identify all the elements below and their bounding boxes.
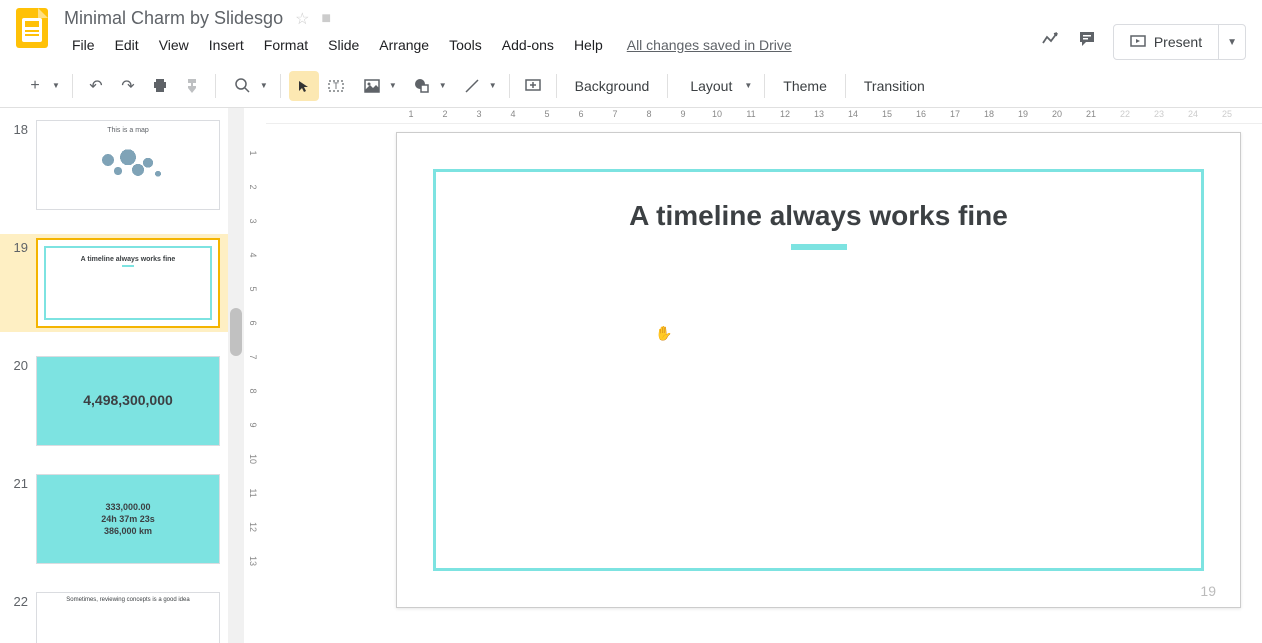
scroll-thumb[interactable] [230,308,242,356]
divider [509,74,510,98]
slide-thumb-22[interactable]: 22 Sometimes, reviewing concepts is a go… [0,588,228,643]
print-icon[interactable] [145,71,175,101]
slide-inner-border: A timeline always works fine [433,169,1204,571]
hand-cursor-icon: ✋ [655,325,672,342]
textbox-icon[interactable]: T [321,71,351,101]
app-header: Minimal Charm by Slidesgo ☆ ■ File Edit … [0,0,1262,64]
saved-status[interactable]: All changes saved in Drive [627,33,792,57]
zoom-button[interactable]: ▼ [224,71,272,101]
divider [667,74,668,98]
activity-icon[interactable] [1041,29,1061,55]
divider [764,74,765,98]
menu-tools[interactable]: Tools [441,33,490,57]
divider [280,74,281,98]
present-dropdown[interactable]: ▼ [1219,37,1245,48]
title-area: Minimal Charm by Slidesgo ☆ ■ File Edit … [64,8,1041,57]
vertical-ruler: 12345678910111213 [244,108,266,643]
canvas-area: 12345678910111213 1234567891011121314151… [244,108,1262,643]
menu-insert[interactable]: Insert [201,33,252,57]
new-slide-button[interactable]: +▼ [16,71,64,101]
svg-text:T: T [333,81,339,91]
menu-arrange[interactable]: Arrange [371,33,437,57]
menu-bar: File Edit View Insert Format Slide Arran… [64,33,1041,57]
layout-button[interactable]: Layout▼ [676,72,756,100]
theme-button[interactable]: Theme [773,72,837,100]
paint-format-icon[interactable] [177,71,207,101]
menu-help[interactable]: Help [566,33,611,57]
shape-button[interactable]: ▼ [403,71,451,101]
folder-icon[interactable]: ■ [321,10,331,28]
star-icon[interactable]: ☆ [295,9,309,29]
slide-underline [791,244,847,250]
slide-title[interactable]: A timeline always works fine [436,200,1201,232]
divider [556,74,557,98]
slide-thumb-18[interactable]: 18 This is a map [0,116,228,214]
line-button[interactable]: ▼ [453,71,501,101]
background-button[interactable]: Background [565,72,660,100]
select-tool-icon[interactable] [289,71,319,101]
doc-title[interactable]: Minimal Charm by Slidesgo [64,8,283,29]
sidebar-scrollbar[interactable] [228,108,244,643]
divider [845,74,846,98]
menu-slide[interactable]: Slide [320,33,367,57]
comment-icon[interactable] [1077,29,1097,55]
redo-icon[interactable]: ↷ [113,71,143,101]
menu-format[interactable]: Format [256,33,316,57]
horizontal-ruler: 1234567891011121314151617181920212223242… [266,108,1262,124]
transition-button[interactable]: Transition [854,72,935,100]
divider [215,74,216,98]
menu-edit[interactable]: Edit [107,33,147,57]
slide-thumb-20[interactable]: 20 4,498,300,000 [0,352,228,450]
main: 18 This is a map 19 A timeline always wo… [0,108,1262,643]
present-button: Present ▼ [1113,24,1246,60]
comment-tool-icon[interactable] [518,71,548,101]
divider [72,74,73,98]
play-icon [1130,34,1146,50]
slides-logo[interactable] [16,8,56,48]
menu-file[interactable]: File [64,33,103,57]
menu-addons[interactable]: Add-ons [494,33,562,57]
present-main[interactable]: Present [1114,25,1219,59]
header-right: Present ▼ [1041,8,1246,60]
slide-thumb-19[interactable]: 19 A timeline always works fine [0,234,228,332]
undo-icon[interactable]: ↶ [81,71,111,101]
slide-canvas[interactable]: A timeline always works fine 19 ✋ [396,132,1241,608]
present-label: Present [1154,34,1202,50]
page-number: 19 [1200,583,1216,599]
slide-panel[interactable]: 18 This is a map 19 A timeline always wo… [0,108,228,643]
slide-thumb-21[interactable]: 21 333,000.0024h 37m 23s386,000 km [0,470,228,568]
toolbar: +▼ ↶ ↷ ▼ T ▼ ▼ ▼ Background Layout▼ Them… [0,64,1262,108]
menu-view[interactable]: View [151,33,197,57]
image-button[interactable]: ▼ [353,71,401,101]
